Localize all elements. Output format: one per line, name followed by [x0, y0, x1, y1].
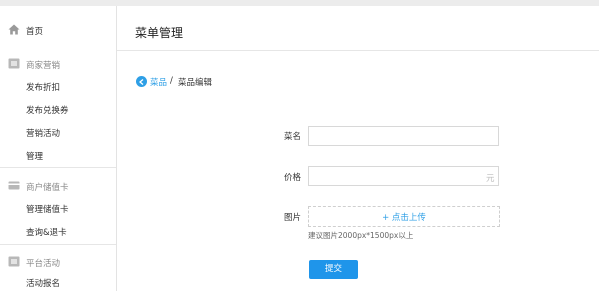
sidebar-section-platform-activity[interactable]: 平台活动: [0, 252, 116, 272]
price-input[interactable]: [308, 166, 499, 186]
sidebar-item-activity-signup[interactable]: 活动报名: [26, 277, 60, 289]
sidebar-section-stored-value-card[interactable]: 商户储值卡: [0, 176, 116, 196]
submit-button[interactable]: 提交: [309, 260, 358, 279]
page-title: 菜单管理: [135, 26, 184, 40]
sidebar-section-label: 商户储值卡: [26, 183, 69, 193]
activity-icon: [8, 256, 20, 267]
sidebar-item-publish-discount[interactable]: 发布折扣: [26, 81, 60, 93]
sidebar: 首页 商家营销 发布折扣 发布兑换券 营销活动 管理 商户储值卡 管理储值卡 查…: [0, 6, 117, 291]
sidebar-item-home[interactable]: 首页: [0, 20, 116, 42]
name-input[interactable]: [308, 126, 499, 146]
sidebar-section-label: 平台活动: [26, 259, 61, 269]
price-unit: 元: [486, 174, 495, 184]
back-icon[interactable]: [136, 76, 147, 87]
sidebar-item-query-refund[interactable]: 查询&退卡: [26, 226, 67, 238]
name-label: 菜名: [283, 132, 301, 142]
title-divider: [117, 50, 599, 51]
sidebar-item-publish-voucher[interactable]: 发布兑换券: [26, 104, 69, 116]
card-icon: [8, 180, 20, 191]
image-hint: 建议图片2000px*1500px以上: [308, 231, 414, 240]
promo-icon: [8, 58, 20, 69]
sidebar-item-home-label: 首页: [26, 27, 44, 37]
sidebar-item-marketing-activity[interactable]: 营销活动: [26, 127, 60, 139]
sidebar-item-manage-card[interactable]: 管理储值卡: [26, 203, 69, 215]
image-label: 图片: [283, 213, 301, 223]
sidebar-item-manage[interactable]: 管理: [26, 150, 43, 162]
sidebar-section-label: 商家营销: [26, 61, 61, 71]
home-icon: [8, 24, 20, 35]
sidebar-divider: [0, 167, 116, 168]
sidebar-divider: [0, 244, 116, 245]
breadcrumb-link[interactable]: 菜品: [150, 76, 167, 88]
upload-link[interactable]: + 点击上传: [309, 211, 499, 223]
price-label: 价格: [283, 173, 301, 183]
image-upload-area[interactable]: + 点击上传: [308, 206, 500, 227]
breadcrumb-current: 菜品编辑: [178, 78, 213, 88]
sidebar-section-marketing[interactable]: 商家营销: [0, 54, 116, 74]
main-content: 菜单管理 菜品 / 菜品编辑 菜名 价格 元 图片 + 点击上传 建议图片200…: [117, 6, 599, 291]
breadcrumb-separator: /: [170, 76, 173, 86]
